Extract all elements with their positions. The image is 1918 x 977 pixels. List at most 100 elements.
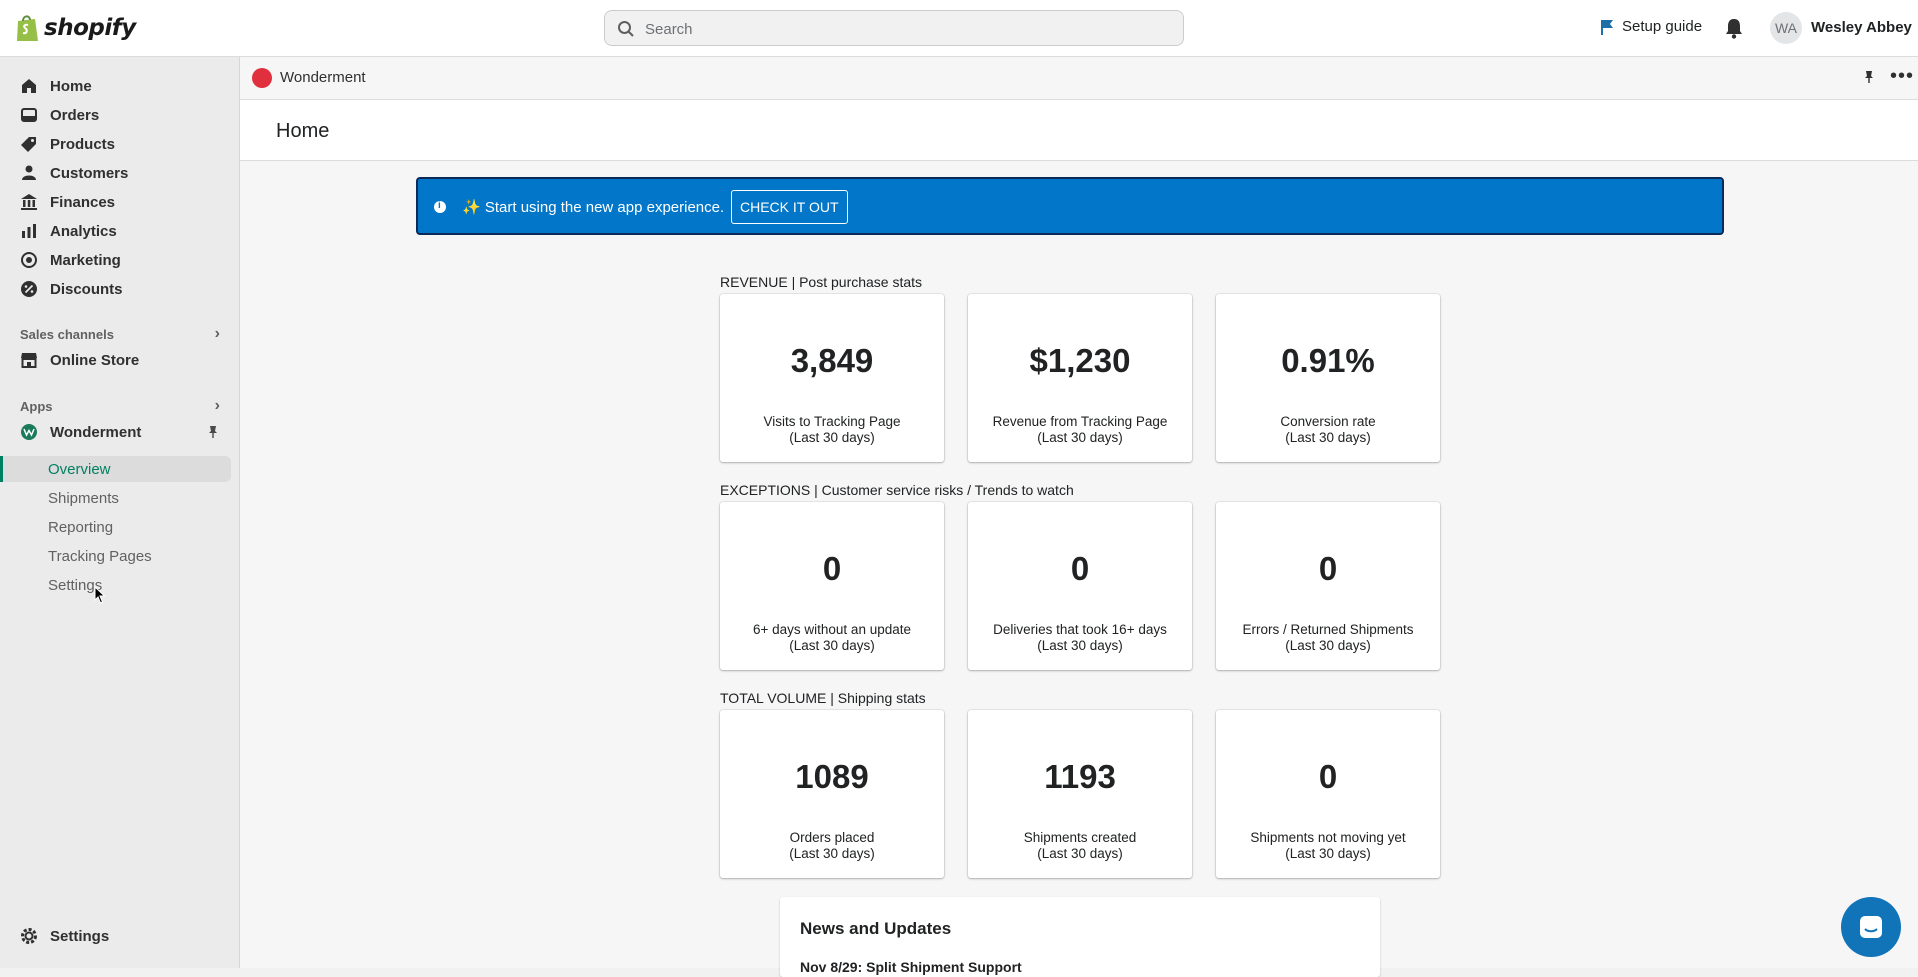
- sidebar-item-finances[interactable]: Finances: [20, 189, 115, 215]
- stat-card: 1089 Orders placed (Last 30 days): [720, 710, 944, 878]
- section-label-revenue: REVENUE | Post purchase stats: [720, 274, 923, 290]
- stat-value: 0: [1070, 550, 1090, 587]
- stat-value: 3,849: [790, 342, 874, 379]
- sidebar-item-label: Online Store: [50, 351, 140, 369]
- sidebar-item-wonderment[interactable]: Wonderment: [20, 419, 220, 445]
- sales-channels-label: Sales channels: [20, 326, 114, 342]
- stat-label: Revenue from Tracking Page (Last 30 days): [992, 414, 1168, 445]
- news-title: News and Updates: [800, 919, 952, 938]
- stat-label: Errors / Returned Shipments (Last 30 days…: [1242, 622, 1414, 653]
- sidebar-item-label: Finances: [50, 193, 116, 211]
- search-icon: [618, 21, 634, 37]
- chevron-right-icon: ›: [214, 397, 220, 414]
- stat-card: 0 6+ days without an update (Last 30 days…: [720, 502, 944, 670]
- sidebar-item-label: Discounts: [50, 280, 123, 298]
- stat-value: 0.91%: [1281, 342, 1375, 379]
- tag-icon: [21, 137, 36, 152]
- banner-text: ✨ Start using the new app experience.: [462, 199, 725, 216]
- sidebar-item-label: Customers: [50, 164, 129, 182]
- wonderment-app-icon: [21, 424, 37, 440]
- discount-icon: [21, 281, 37, 297]
- chat-launcher-button[interactable]: [1841, 897, 1901, 957]
- gear-icon: [21, 928, 37, 944]
- sidebar-item-label: Analytics: [50, 222, 117, 240]
- stat-label: Visits to Tracking Page (Last 30 days): [763, 414, 901, 445]
- sidebar-subitem-shipments[interactable]: Shipments: [48, 486, 119, 510]
- stat-card: 3,849 Visits to Tracking Page (Last 30 da…: [720, 294, 944, 462]
- sidebar: Home Orders Products Customers Finances …: [0, 57, 240, 968]
- setup-guide-label: Setup guide: [1622, 18, 1703, 35]
- chevron-right-icon: ›: [214, 325, 220, 342]
- store-icon: [21, 353, 37, 368]
- bar-chart-icon: [22, 224, 36, 238]
- check-it-out-button[interactable]: CHECK IT OUT: [731, 190, 848, 224]
- sidebar-item-home[interactable]: Home: [20, 73, 92, 99]
- app-header: Wonderment •••: [240, 57, 1918, 100]
- sidebar-item-discounts[interactable]: Discounts: [20, 276, 123, 302]
- news-item[interactable]: Nov 8/29: Split Shipment Support: [800, 959, 1022, 975]
- search-bar[interactable]: [604, 10, 1184, 47]
- shopify-bag-icon: [17, 15, 38, 41]
- section-label-total-volume: TOTAL VOLUME | Shipping stats: [720, 690, 926, 706]
- notification-bell-icon[interactable]: [1724, 17, 1744, 39]
- avatar[interactable]: WA: [1770, 12, 1802, 44]
- orders-icon: [21, 108, 37, 122]
- page-header: Home: [240, 100, 1918, 161]
- sidebar-item-label: Products: [50, 135, 116, 153]
- sidebar-item-label: Home: [50, 77, 92, 95]
- stat-card: 0 Deliveries that took 16+ days (Last 30 …: [968, 502, 1192, 670]
- sidebar-item-marketing[interactable]: Marketing: [20, 247, 121, 273]
- sidebar-item-customers[interactable]: Customers: [20, 160, 128, 186]
- app-title: Wonderment: [280, 69, 366, 86]
- sales-channels-heading[interactable]: Sales channels ›: [20, 325, 220, 343]
- active-indicator: [0, 456, 3, 482]
- section-label-exceptions: EXCEPTIONS | Customer service risks / Tr…: [720, 482, 1074, 498]
- sidebar-subitem-reporting[interactable]: Reporting: [48, 515, 113, 539]
- stat-value: 1089: [795, 758, 869, 795]
- stat-value: 1193: [1044, 758, 1116, 795]
- setup-guide-button[interactable]: Setup guide: [1600, 18, 1702, 35]
- stat-label: Shipments created (Last 30 days): [1023, 830, 1137, 861]
- sidebar-item-label: Settings: [50, 927, 110, 945]
- sidebar-subitem-overview[interactable]: Overview: [48, 457, 111, 481]
- sidebar-item-analytics[interactable]: Analytics: [20, 218, 117, 244]
- news-card: News and Updates Nov 8/29: Split Shipmen…: [780, 897, 1380, 977]
- stat-card: 0.91% Conversion rate (Last 30 days): [1216, 294, 1440, 462]
- sidebar-item-products[interactable]: Products: [20, 131, 115, 157]
- sidebar-item-settings[interactable]: Settings: [20, 923, 109, 949]
- stat-card: 0 Errors / Returned Shipments (Last 30 da…: [1216, 502, 1440, 670]
- sidebar-item-label: Marketing: [50, 251, 121, 269]
- shopify-logo[interactable]: shopify: [14, 13, 136, 43]
- home-icon: [22, 79, 36, 93]
- sidebar-item-online-store[interactable]: Online Store: [20, 347, 139, 373]
- apps-label: Apps: [20, 398, 53, 414]
- pin-icon[interactable]: [1862, 70, 1876, 84]
- wonderment-logo-icon: [252, 68, 272, 88]
- stat-card: 0 Shipments not moving yet (Last 30 days): [1216, 710, 1440, 878]
- sidebar-item-label: Wonderment: [50, 423, 142, 441]
- flag-icon: [1601, 19, 1613, 35]
- stat-card: $1,230 Revenue from Tracking Page (Last 3…: [968, 294, 1192, 462]
- user-name[interactable]: Wesley Abbey: [1811, 19, 1912, 36]
- stat-label: Deliveries that took 16+ days (Last 30 da…: [993, 622, 1167, 653]
- active-item-highlight: [0, 456, 231, 482]
- chat-icon: [1860, 916, 1882, 938]
- apps-heading[interactable]: Apps ›: [20, 397, 220, 415]
- sidebar-subitem-tracking-pages[interactable]: Tracking Pages: [48, 544, 152, 568]
- stat-value: 0: [1318, 758, 1338, 795]
- sidebar-item-orders[interactable]: Orders: [20, 102, 99, 128]
- target-icon: [21, 252, 37, 268]
- search-input[interactable]: [643, 11, 1167, 47]
- more-actions-icon[interactable]: •••: [1890, 65, 1914, 88]
- person-icon: [22, 165, 36, 180]
- stat-value: 0: [822, 550, 842, 587]
- stat-value: 0: [1318, 550, 1338, 587]
- sidebar-item-label: Orders: [50, 106, 100, 124]
- stat-label: 6+ days without an update (Last 30 days): [753, 622, 911, 653]
- page-title: Home: [276, 120, 330, 142]
- info-icon: [434, 200, 446, 213]
- shopify-wordmark: shopify: [44, 15, 136, 41]
- pin-icon[interactable]: [206, 425, 220, 439]
- stat-card: 1193 Shipments created (Last 30 days): [968, 710, 1192, 878]
- announcement-banner: ✨ Start using the new app experience. CH…: [416, 177, 1724, 235]
